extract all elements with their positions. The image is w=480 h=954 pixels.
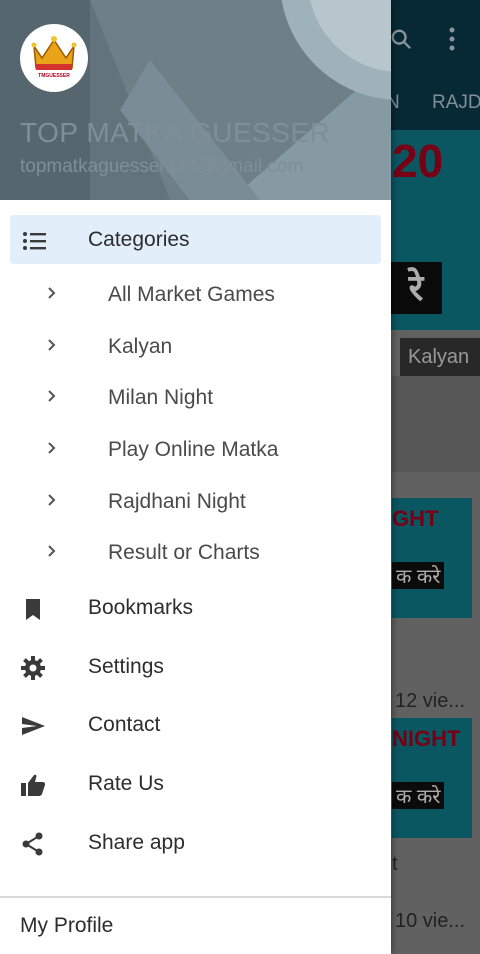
subcategory-kalyan[interactable]: Kalyan <box>0 324 391 370</box>
account-email: topmatkaguesser134@gmail.com <box>20 156 304 177</box>
navigation-drawer: TMGUESSER TOP MATKA GUESSER topmatkagues… <box>0 0 391 954</box>
subcategory-play-online-matka[interactable]: Play Online Matka <box>0 427 391 473</box>
list-icon <box>23 232 46 250</box>
chevron-right-icon <box>48 390 56 402</box>
drawer-item-settings[interactable]: Settings <box>0 642 391 692</box>
drawer-item-bookmarks[interactable]: Bookmarks <box>0 583 391 633</box>
send-icon <box>22 717 45 735</box>
drawer-header: TMGUESSER TOP MATKA GUESSER topmatkagues… <box>0 0 391 200</box>
subcategory-label: Milan Night <box>108 386 214 409</box>
crown-icon: TMGUESSER <box>31 36 77 79</box>
drawer-item-label: Bookmarks <box>88 596 194 619</box>
chevron-right-icon <box>48 287 56 299</box>
subcategory-label: Play Online Matka <box>108 438 279 461</box>
drawer-item-label: Categories <box>88 228 190 251</box>
drawer-item-categories[interactable]: Categories <box>10 215 381 264</box>
app-name: TOP MATKA GUESSER <box>20 117 331 148</box>
share-icon <box>22 832 43 856</box>
bookmark-icon <box>26 599 40 620</box>
subcategory-label: All Market Games <box>108 283 275 306</box>
subcategory-all-market-games[interactable]: All Market Games <box>0 272 391 318</box>
drawer-item-rate-us[interactable]: Rate Us <box>0 759 391 809</box>
drawer-divider <box>0 896 391 898</box>
chevron-right-icon <box>48 545 56 557</box>
subcategory-rajdhani-night[interactable]: Rajdhani Night <box>0 479 391 525</box>
drawer-item-contact[interactable]: Contact <box>0 700 391 750</box>
subcategory-milan-night[interactable]: Milan Night <box>0 375 391 421</box>
drawer-item-share-app[interactable]: Share app <box>0 818 391 868</box>
drawer-item-label: Contact <box>88 713 161 736</box>
thumbs-up-icon <box>21 774 46 796</box>
logo-text: TMGUESSER <box>38 73 70 79</box>
chevron-right-icon <box>48 442 56 454</box>
app-logo[interactable]: TMGUESSER <box>20 24 88 92</box>
subcategory-label: Kalyan <box>108 335 173 358</box>
subcategory-label: Rajdhani Night <box>108 490 246 513</box>
chevron-right-icon <box>48 494 56 506</box>
subcategory-result-or-charts[interactable]: Result or Charts <box>0 530 391 576</box>
drawer-item-label: Settings <box>88 655 164 678</box>
subcategory-label: Result or Charts <box>108 541 260 564</box>
my-profile-label: My Profile <box>20 914 114 937</box>
drawer-item-label: Share app <box>88 831 185 854</box>
chevron-right-icon <box>48 339 56 351</box>
gear-icon <box>21 656 45 680</box>
my-profile-button[interactable]: My Profile <box>0 900 391 954</box>
drawer-item-label: Rate Us <box>88 772 164 795</box>
